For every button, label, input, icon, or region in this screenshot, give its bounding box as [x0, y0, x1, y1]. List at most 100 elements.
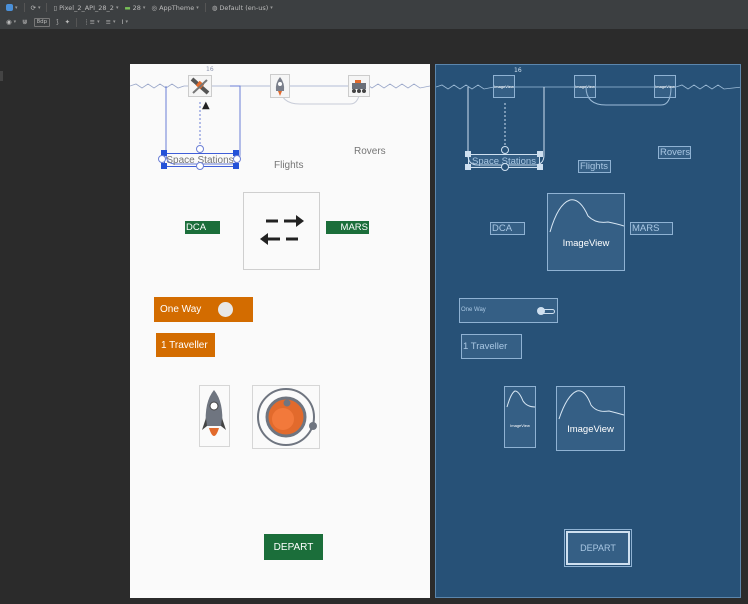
chain-line [675, 84, 740, 90]
baseline-button[interactable]: I ▾ [122, 18, 128, 26]
constraint-overlay [130, 83, 430, 165]
planet-image[interactable] [252, 385, 320, 449]
default-margin: 8dp [33, 17, 51, 27]
origin-field[interactable]: DCA [490, 222, 525, 235]
one-way-label: One Way [461, 307, 486, 313]
imageview-label: ImageView [562, 238, 610, 249]
imageview-label: ImageView [655, 84, 675, 89]
rovers-label[interactable]: Rovers [658, 146, 691, 159]
depart-button[interactable]: DEPART [564, 529, 632, 567]
imageview-label: ImageView [510, 423, 530, 428]
toolbar-separator [46, 3, 48, 12]
align-icon: ≡ [105, 18, 112, 26]
anchor-handle[interactable] [501, 163, 509, 171]
swap-arrows-icon [260, 215, 304, 245]
guidelines-button[interactable]: ⋮≡ ▾ [83, 18, 99, 26]
view-options-button[interactable]: ◉ ▾ [6, 18, 16, 26]
chain-line [130, 83, 185, 89]
rocket-icon [275, 77, 285, 96]
rovers-label[interactable]: Rovers [354, 146, 386, 157]
infer-constraints-button[interactable]: ✦ [65, 18, 70, 26]
satellite-image[interactable] [188, 75, 212, 97]
layers-icon [6, 4, 13, 11]
toolbar-separator [23, 3, 25, 12]
margin-marker: 16 [206, 66, 214, 73]
design-surface[interactable]: 16 ▲ Space Stations Flights Rovers DCA M… [130, 64, 430, 598]
constraint-toolbar: ◉ ▾ ⋓ 8dp ⟆ ✦ ⋮≡ ▾ ≡ ▾ I ▾ [0, 15, 748, 30]
anchor-handle[interactable] [196, 162, 204, 170]
layers-button[interactable]: ▾ [6, 4, 18, 11]
anchor-handle[interactable] [158, 155, 166, 163]
globe-icon: ◍ [211, 3, 218, 12]
swap-imageview[interactable]: ImageView [547, 193, 625, 271]
device-name: Pixel_2_API_28_2 [59, 3, 114, 12]
origin-field[interactable]: DCA [185, 221, 220, 234]
destination-field[interactable]: MARS [326, 221, 369, 234]
theme-selector[interactable]: ◎ AppTheme ▾ [151, 4, 198, 12]
align-button[interactable]: ≡ ▾ [106, 18, 116, 26]
rover-image[interactable] [348, 75, 370, 97]
switch-thumb [218, 302, 233, 317]
rocket-imageview[interactable]: ImageView [574, 75, 596, 98]
swap-button[interactable] [243, 192, 320, 270]
rocket-icon [202, 390, 226, 436]
api-selector[interactable]: ▬ 28 ▾ [124, 4, 145, 12]
toolbar-separator [76, 17, 78, 27]
autoconnect-button[interactable]: ⋓ [22, 18, 27, 26]
theme-icon: ◎ [151, 3, 158, 12]
traveller-count-button[interactable]: 1 Traveller [156, 333, 215, 357]
resize-handle[interactable] [465, 151, 471, 157]
resize-handle[interactable] [537, 151, 543, 157]
eye-icon: ◉ [6, 18, 12, 26]
locale-name: Default (en-us) [219, 3, 269, 12]
chain-line [359, 83, 430, 89]
imageview-label: ImageView [575, 84, 595, 89]
guidelines-icon: ⋮≡ [83, 18, 96, 26]
resize-handle[interactable] [465, 164, 471, 170]
resize-handle[interactable] [537, 164, 543, 170]
one-way-switch[interactable]: One Way [154, 297, 253, 322]
android-icon: ▬ [124, 3, 131, 12]
one-way-switch[interactable]: One Way [459, 298, 558, 323]
destination-field[interactable]: MARS [630, 222, 673, 235]
satellite-icon [190, 77, 210, 95]
imageview-placeholder-icon [506, 390, 535, 408]
flights-label[interactable]: Flights [274, 160, 303, 171]
anchor-handle[interactable] [501, 146, 509, 154]
toolbar-separator [204, 3, 206, 12]
magnet-icon: ⋓ [22, 18, 28, 26]
chain-line [436, 84, 495, 90]
blueprint-constraint-overlay [436, 84, 740, 166]
imageview-label: ImageView [494, 84, 514, 89]
rocket-image[interactable] [270, 74, 290, 98]
rocket-large-image[interactable] [199, 385, 230, 447]
anchor-handle[interactable] [196, 145, 204, 153]
locale-selector[interactable]: ◍ Default (en-us) ▾ [212, 4, 273, 12]
default-margin-button[interactable]: 8dp [33, 17, 51, 27]
layout-editor-toolbar: ▾ ⟳ ▾ ▯ Pixel_2_API_28_2 ▾ ▬ 28 ▾ ◎ AppTheme ▾ … [0, 0, 748, 15]
resize-handle[interactable] [161, 163, 167, 169]
text-baseline-icon: I [121, 18, 124, 26]
theme-name: AppTheme [159, 3, 195, 12]
traveller-count-button[interactable]: 1 Traveller [461, 334, 522, 359]
clear-constraints-icon: ⟆ [56, 18, 59, 26]
anchor-handle[interactable] [233, 155, 241, 163]
magic-wand-icon: ✦ [64, 18, 71, 26]
planet-imageview[interactable]: ImageView [556, 386, 625, 451]
planet-orbit-icon [257, 388, 317, 446]
device-selector[interactable]: ▯ Pixel_2_API_28_2 ▾ [53, 4, 118, 12]
rocket-large-imageview[interactable]: ImageView [504, 386, 536, 448]
phone-icon: ▯ [53, 3, 58, 12]
depart-button[interactable]: DEPART [264, 534, 323, 560]
rover-icon [352, 80, 366, 93]
blueprint-surface[interactable]: 16 ImageView ImageView ImageView Space S… [435, 64, 741, 598]
resize-handle[interactable] [233, 163, 239, 169]
rover-imageview[interactable]: ImageView [654, 75, 676, 98]
rotate-icon: ⟳ [30, 3, 36, 12]
switch-thumb [537, 307, 545, 315]
flights-label[interactable]: Flights [578, 160, 611, 173]
clear-constraints-button[interactable]: ⟆ [56, 18, 59, 26]
cursor-icon: ▲ [202, 100, 210, 111]
satellite-imageview[interactable]: ImageView [493, 75, 515, 98]
orientation-button[interactable]: ⟳ ▾ [31, 4, 41, 12]
